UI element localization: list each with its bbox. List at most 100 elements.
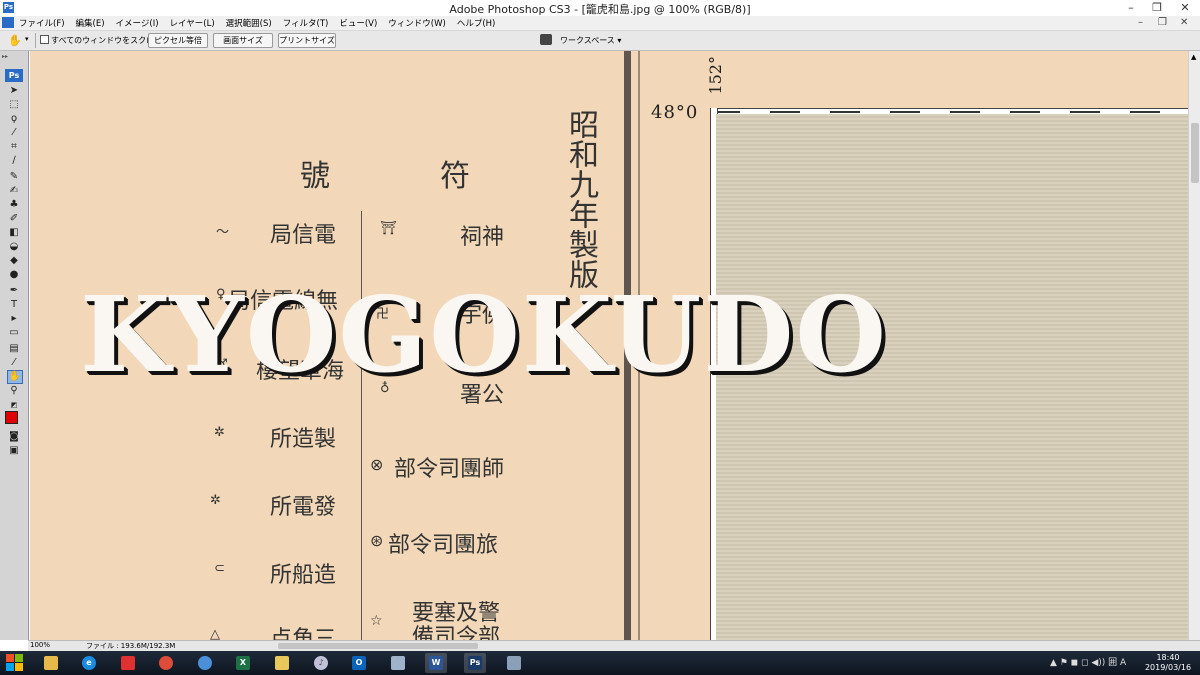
menu-select[interactable]: 選択範囲(S) bbox=[225, 17, 273, 29]
legend-title: 號 符 bbox=[300, 159, 510, 194]
excel-icon: X bbox=[236, 656, 250, 670]
ie-icon: e bbox=[82, 656, 96, 670]
taskbar-excel[interactable]: X bbox=[232, 653, 254, 673]
shape-icon[interactable]: ▭ bbox=[7, 327, 21, 339]
hand-icon[interactable]: ✋ bbox=[7, 370, 23, 384]
menu-layer[interactable]: レイヤー(L) bbox=[169, 17, 216, 29]
fortress-symbol-icon: ☆ bbox=[370, 613, 383, 629]
menu-help[interactable]: ヘルプ(H) bbox=[456, 17, 497, 29]
taskbar-app-globe[interactable] bbox=[194, 653, 216, 673]
print-size-button[interactable]: プリントサイズ bbox=[278, 33, 336, 48]
history-brush-icon[interactable]: ✐ bbox=[7, 213, 21, 225]
default-colors-icon[interactable]: ◩ bbox=[7, 399, 21, 411]
longitude-label: 152° bbox=[706, 56, 725, 95]
document-canvas[interactable]: 號 符 〜 局信電 ♀ 局信電線無 ♂ 樓望軍海 ✲ 所造製 ✲ 所電發 ⊂ 所… bbox=[30, 51, 1188, 640]
type-icon[interactable]: T bbox=[7, 299, 21, 311]
healing-icon[interactable]: ✎ bbox=[7, 171, 21, 183]
document-icon[interactable] bbox=[2, 17, 14, 28]
lasso-icon[interactable]: ϙ bbox=[7, 113, 21, 125]
legend-left-item: 所電發 bbox=[270, 495, 337, 520]
chevron-down-icon[interactable]: ▾ bbox=[25, 35, 29, 43]
scroll-up-icon[interactable]: ▲ bbox=[1191, 53, 1196, 61]
outlook-icon: O bbox=[352, 656, 366, 670]
eyedropper-icon[interactable]: ⁄ bbox=[7, 357, 21, 369]
foreground-color-swatch[interactable] bbox=[5, 411, 18, 424]
taskbar-photoshop[interactable]: Ps bbox=[464, 653, 486, 673]
blur-icon[interactable]: ◆ bbox=[7, 255, 21, 267]
chrome-icon bbox=[159, 656, 173, 670]
crop-icon[interactable]: ⌗ bbox=[7, 141, 21, 153]
minimize-button[interactable]: – bbox=[1118, 0, 1144, 16]
dodge-icon[interactable]: ● bbox=[7, 269, 21, 281]
word-icon: W bbox=[429, 656, 443, 670]
fit-screen-button[interactable]: 画面サイズ bbox=[213, 33, 273, 48]
legend-right-item: 部令司團旅 bbox=[388, 533, 499, 558]
magic-wand-icon[interactable]: ⁄ bbox=[7, 127, 21, 139]
menu-bar: ファイル(F) 編集(E) イメージ(I) レイヤー(L) 選択範囲(S) フィ… bbox=[0, 16, 1200, 31]
zoom-icon[interactable]: ⚲ bbox=[7, 385, 21, 397]
taskbar-outlook[interactable]: O bbox=[348, 653, 370, 673]
clock-time: 18:40 bbox=[1156, 653, 1180, 662]
menu-filter[interactable]: フィルタ(T) bbox=[282, 17, 330, 29]
system-tray[interactable]: ▲ ⚑ ◼ ◻ ◀)) 囲 A bbox=[1050, 655, 1126, 668]
taskbar-chrome[interactable] bbox=[155, 653, 177, 673]
taskbar-word[interactable]: W bbox=[425, 653, 447, 673]
tools-panel: ▸▸ Ps ➤ ⬚ ϙ ⁄ ⌗ ∕ ✎ ✍ ♣ ✐ ◧ ◒ ◆ ● ✒ T ▸ … bbox=[0, 51, 29, 640]
panel-grip-icon[interactable]: ▸▸ bbox=[2, 53, 26, 60]
taskbar-app-red[interactable] bbox=[117, 653, 139, 673]
doc-minimize-button[interactable]: – bbox=[1138, 17, 1143, 28]
hand-tool-preset-icon[interactable]: ✋ bbox=[8, 34, 22, 47]
app-red-icon bbox=[121, 656, 135, 670]
marquee-icon[interactable]: ⬚ bbox=[7, 99, 21, 111]
eraser-icon[interactable]: ◧ bbox=[7, 227, 21, 239]
start-button[interactable] bbox=[6, 654, 24, 672]
menu-image[interactable]: イメージ(I) bbox=[115, 17, 160, 29]
slice-icon[interactable]: ∕ bbox=[7, 155, 21, 167]
taskbar-app-yellow[interactable] bbox=[271, 653, 293, 673]
notes-icon[interactable]: ▤ bbox=[7, 343, 21, 355]
taskbar-ie[interactable]: e bbox=[78, 653, 100, 673]
gradient-icon[interactable]: ◒ bbox=[7, 241, 21, 253]
taskbar-app-tool[interactable] bbox=[503, 653, 525, 673]
doc-restore-button[interactable]: ❐ bbox=[1158, 17, 1167, 28]
close-button[interactable]: ✕ bbox=[1170, 0, 1200, 16]
doc-close-button[interactable]: ✕ bbox=[1180, 17, 1188, 28]
ps-logo[interactable]: Ps bbox=[5, 69, 23, 82]
zoom-level[interactable]: 100% bbox=[30, 641, 50, 649]
workspace-menu[interactable]: ワークスペース ▾ bbox=[560, 35, 621, 46]
file-info[interactable]: ファイル : 193.6M/192.3M bbox=[86, 641, 175, 651]
maximize-button[interactable]: ❐ bbox=[1144, 0, 1170, 16]
app-yellow-icon bbox=[275, 656, 289, 670]
move-icon[interactable]: ➤ bbox=[7, 85, 21, 97]
shrine-symbol-icon: ⛩ bbox=[380, 221, 397, 236]
menu-file[interactable]: ファイル(F) bbox=[18, 17, 66, 29]
menu-edit[interactable]: 編集(E) bbox=[75, 17, 106, 29]
path-select-icon[interactable]: ▸ bbox=[7, 313, 21, 325]
horizontal-scroll-thumb[interactable] bbox=[278, 643, 478, 649]
workspace-icon[interactable] bbox=[540, 34, 552, 45]
legend-right-item: 祠神 bbox=[460, 225, 505, 250]
taskbar-itunes[interactable]: ♪ bbox=[310, 653, 332, 673]
legend-left-item: 局信電 bbox=[270, 223, 337, 248]
latitude-label: 48°0 bbox=[651, 102, 699, 123]
brush-icon[interactable]: ✍ bbox=[7, 185, 21, 197]
clock[interactable]: 18:40 2019/03/16 bbox=[1140, 653, 1196, 673]
taskbar-app-folder[interactable] bbox=[387, 653, 409, 673]
edition-label: 昭和九年製版 bbox=[563, 109, 598, 289]
scroll-thumb[interactable] bbox=[1191, 123, 1199, 183]
stamp-icon[interactable]: ♣ bbox=[7, 199, 21, 211]
window-title: Adobe Photoshop CS3 - [籠虎和島.jpg @ 100% (… bbox=[449, 3, 751, 16]
pen-icon[interactable]: ✒ bbox=[7, 285, 21, 297]
watermark: KYOGOKUDO bbox=[80, 273, 889, 396]
vertical-scrollbar[interactable]: ▲ bbox=[1188, 51, 1200, 640]
factory-symbol-icon: ✲ bbox=[214, 425, 225, 440]
taskbar-explorer[interactable] bbox=[40, 653, 62, 673]
menu-window[interactable]: ウィンドウ(W) bbox=[387, 17, 447, 29]
status-bar: 100% ファイル : 193.6M/192.3M bbox=[28, 640, 1200, 651]
menu-view[interactable]: ビュー(V) bbox=[338, 17, 378, 29]
quick-mask-icon[interactable]: ◙ bbox=[7, 431, 21, 443]
screen-mode-icon[interactable]: ▣ bbox=[7, 445, 21, 457]
title-bar: Ps Adobe Photoshop CS3 - [籠虎和島.jpg @ 100… bbox=[0, 0, 1200, 16]
actual-pixels-button[interactable]: ピクセル等倍 bbox=[148, 33, 208, 48]
taskbar: e X ♪ O W Ps ▲ ⚑ ◼ ◻ ◀)) 囲 A 18:40 2019/… bbox=[0, 651, 1200, 675]
